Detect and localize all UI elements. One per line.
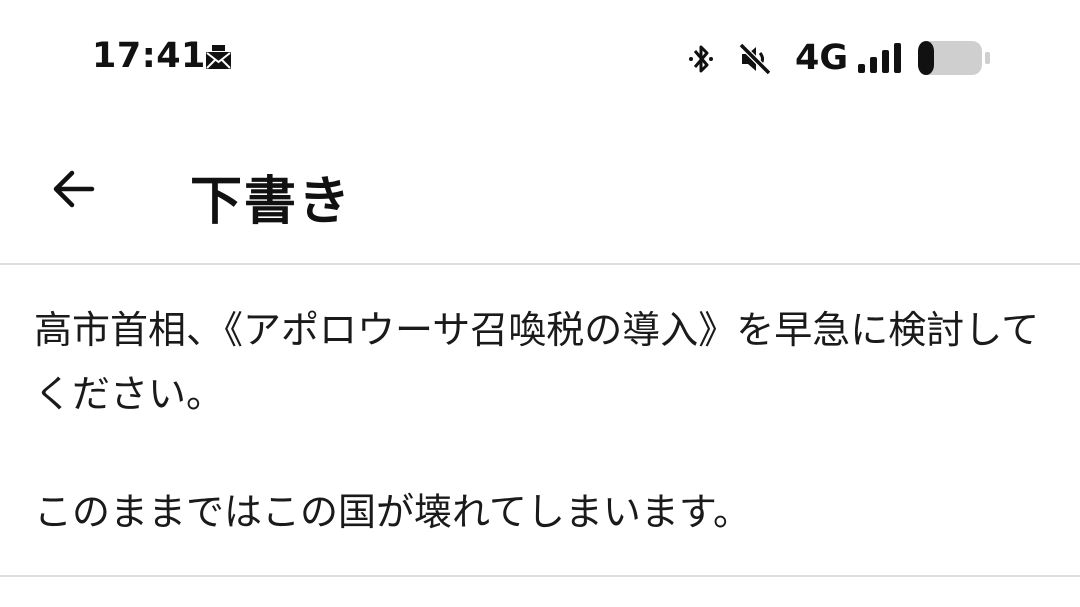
content-divider (0, 575, 1080, 577)
battery-icon (918, 41, 990, 75)
mute-icon (738, 42, 772, 76)
bluetooth-icon (689, 45, 713, 73)
drafts-screen: 17:41 4G 下書き 高市首相、《アポロウーサ召喚税の導入》を早急に検討して… (0, 0, 1080, 607)
page-title: 下書き (190, 172, 353, 232)
draft-text-area[interactable]: 高市首相、《アポロウーサ召喚税の導入》を早急に検討してください。 このままではこ… (34, 298, 1044, 544)
draft-paragraph: 高市首相、《アポロウーサ召喚税の導入》を早急に検討してください。 (34, 308, 1040, 416)
network-type-label: 4G (795, 38, 849, 78)
battery-level-fill (918, 41, 934, 75)
header-divider (0, 263, 1080, 265)
status-bar: 17:41 4G (0, 0, 1080, 115)
mail-icon (206, 45, 231, 69)
arrow-left-icon (53, 170, 95, 208)
app-bar: 下書き (0, 115, 1080, 263)
back-button[interactable] (40, 155, 108, 223)
status-time: 17:41 (92, 36, 206, 76)
signal-bars-icon (858, 43, 901, 73)
draft-paragraph: このままではこの国が壊れてしまいます。 (34, 490, 752, 534)
